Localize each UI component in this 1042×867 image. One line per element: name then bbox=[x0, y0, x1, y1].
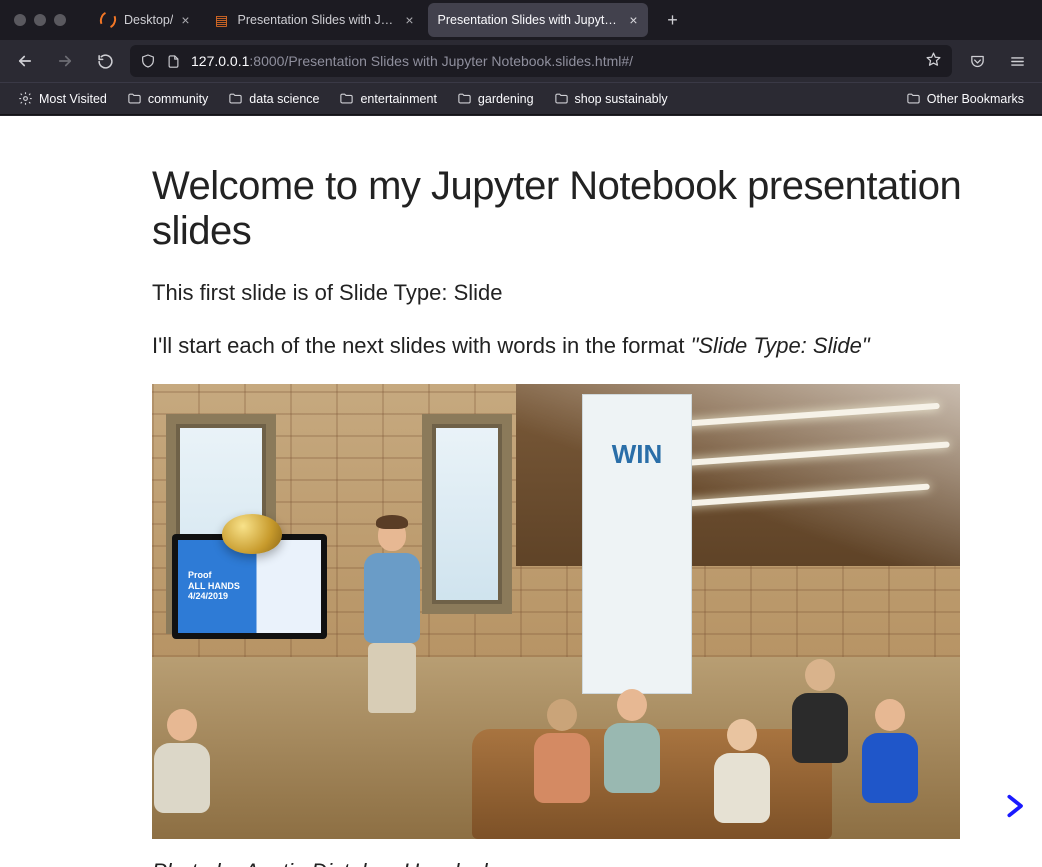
window-controls bbox=[14, 14, 66, 26]
close-icon[interactable]: × bbox=[629, 12, 637, 28]
slide-text-2: I'll start each of the next slides with … bbox=[152, 331, 962, 362]
url-path: :8000/Presentation Slides with Jupyter N… bbox=[249, 53, 633, 69]
tab-presentation-slides-html[interactable]: Presentation Slides with Jupyter Not × bbox=[428, 3, 648, 37]
tab-desktop[interactable]: Desktop/ × bbox=[90, 3, 200, 37]
tab-title: Presentation Slides with Jupyter bbox=[238, 13, 398, 27]
gear-icon bbox=[18, 91, 33, 106]
folder-icon bbox=[127, 91, 142, 106]
browser-chrome: Desktop/ × ▤ Presentation Slides with Ju… bbox=[0, 0, 1042, 116]
slide-text-1: This first slide is of Slide Type: Slide bbox=[152, 278, 962, 309]
image-background: Proof ALL HANDS 4/24/2019 bbox=[152, 384, 960, 839]
forward-button[interactable] bbox=[50, 46, 80, 76]
slide-heading: Welcome to my Jupyter Notebook presentat… bbox=[152, 164, 962, 254]
bookmark-label: shop sustainably bbox=[575, 92, 668, 106]
back-button[interactable] bbox=[10, 46, 40, 76]
url-host: 127.0.0.1 bbox=[191, 53, 249, 69]
bookmark-label: Most Visited bbox=[39, 92, 107, 106]
slide-image: Proof ALL HANDS 4/24/2019 bbox=[152, 384, 960, 839]
slide-text-2-pre: I'll start each of the next slides with … bbox=[152, 333, 691, 358]
bookmark-label: community bbox=[148, 92, 208, 106]
bookmark-entertainment[interactable]: entertainment bbox=[331, 87, 444, 110]
window-minimize-button[interactable] bbox=[34, 14, 46, 26]
tab-title: Desktop/ bbox=[124, 13, 173, 27]
new-tab-button[interactable]: + bbox=[658, 5, 688, 35]
close-icon[interactable]: × bbox=[181, 12, 189, 28]
other-bookmarks-button[interactable]: Other Bookmarks bbox=[898, 87, 1032, 110]
bookmark-community[interactable]: community bbox=[119, 87, 216, 110]
window-close-button[interactable] bbox=[14, 14, 26, 26]
toolbar: 127.0.0.1:8000/Presentation Slides with … bbox=[0, 40, 1042, 82]
bookmark-label: Other Bookmarks bbox=[927, 92, 1024, 106]
tv-text-1: Proof bbox=[188, 570, 212, 581]
reload-button[interactable] bbox=[90, 46, 120, 76]
tv-text-2: ALL HANDS bbox=[188, 581, 240, 592]
bookmark-label: entertainment bbox=[360, 92, 436, 106]
presenter-figure bbox=[352, 519, 432, 739]
slide: Welcome to my Jupyter Notebook presentat… bbox=[0, 116, 1042, 867]
bookmark-data-science[interactable]: data science bbox=[220, 87, 327, 110]
tab-bar: Desktop/ × ▤ Presentation Slides with Ju… bbox=[0, 0, 1042, 40]
folder-icon bbox=[554, 91, 569, 106]
most-visited-button[interactable]: Most Visited bbox=[10, 87, 115, 110]
bookmarks-bar: Most Visited community data science ente… bbox=[0, 82, 1042, 114]
tab-presentation-slides-notebook[interactable]: ▤ Presentation Slides with Jupyter × bbox=[204, 3, 424, 37]
url-text: 127.0.0.1:8000/Presentation Slides with … bbox=[191, 53, 633, 69]
jupyter-icon bbox=[100, 12, 116, 28]
tab-title: Presentation Slides with Jupyter Not bbox=[438, 13, 622, 27]
folder-icon bbox=[457, 91, 472, 106]
window-maximize-button[interactable] bbox=[54, 14, 66, 26]
next-slide-button[interactable] bbox=[1000, 788, 1028, 829]
bookmark-gardening[interactable]: gardening bbox=[449, 87, 542, 110]
page-icon bbox=[166, 54, 181, 69]
image-credit: Photo by Austin Distel on Unsplash bbox=[152, 857, 962, 867]
shield-icon[interactable] bbox=[140, 53, 156, 69]
bookmark-shop-sustainably[interactable]: shop sustainably bbox=[546, 87, 676, 110]
slide-text-2-em: "Slide Type: Slide" bbox=[691, 333, 870, 358]
url-bar[interactable]: 127.0.0.1:8000/Presentation Slides with … bbox=[130, 45, 952, 77]
close-icon[interactable]: × bbox=[405, 12, 413, 28]
folder-icon bbox=[228, 91, 243, 106]
bookmark-label: data science bbox=[249, 92, 319, 106]
tv-text-3: 4/24/2019 bbox=[188, 591, 228, 602]
pocket-icon[interactable] bbox=[962, 46, 992, 76]
toolbar-right bbox=[962, 46, 1032, 76]
menu-icon[interactable] bbox=[1002, 46, 1032, 76]
folder-icon bbox=[339, 91, 354, 106]
bookmark-star-icon[interactable] bbox=[925, 51, 942, 71]
notebook-icon: ▤ bbox=[214, 12, 230, 28]
folder-icon bbox=[906, 91, 921, 106]
slide-viewport: Welcome to my Jupyter Notebook presentat… bbox=[0, 116, 1042, 867]
bookmark-label: gardening bbox=[478, 92, 534, 106]
